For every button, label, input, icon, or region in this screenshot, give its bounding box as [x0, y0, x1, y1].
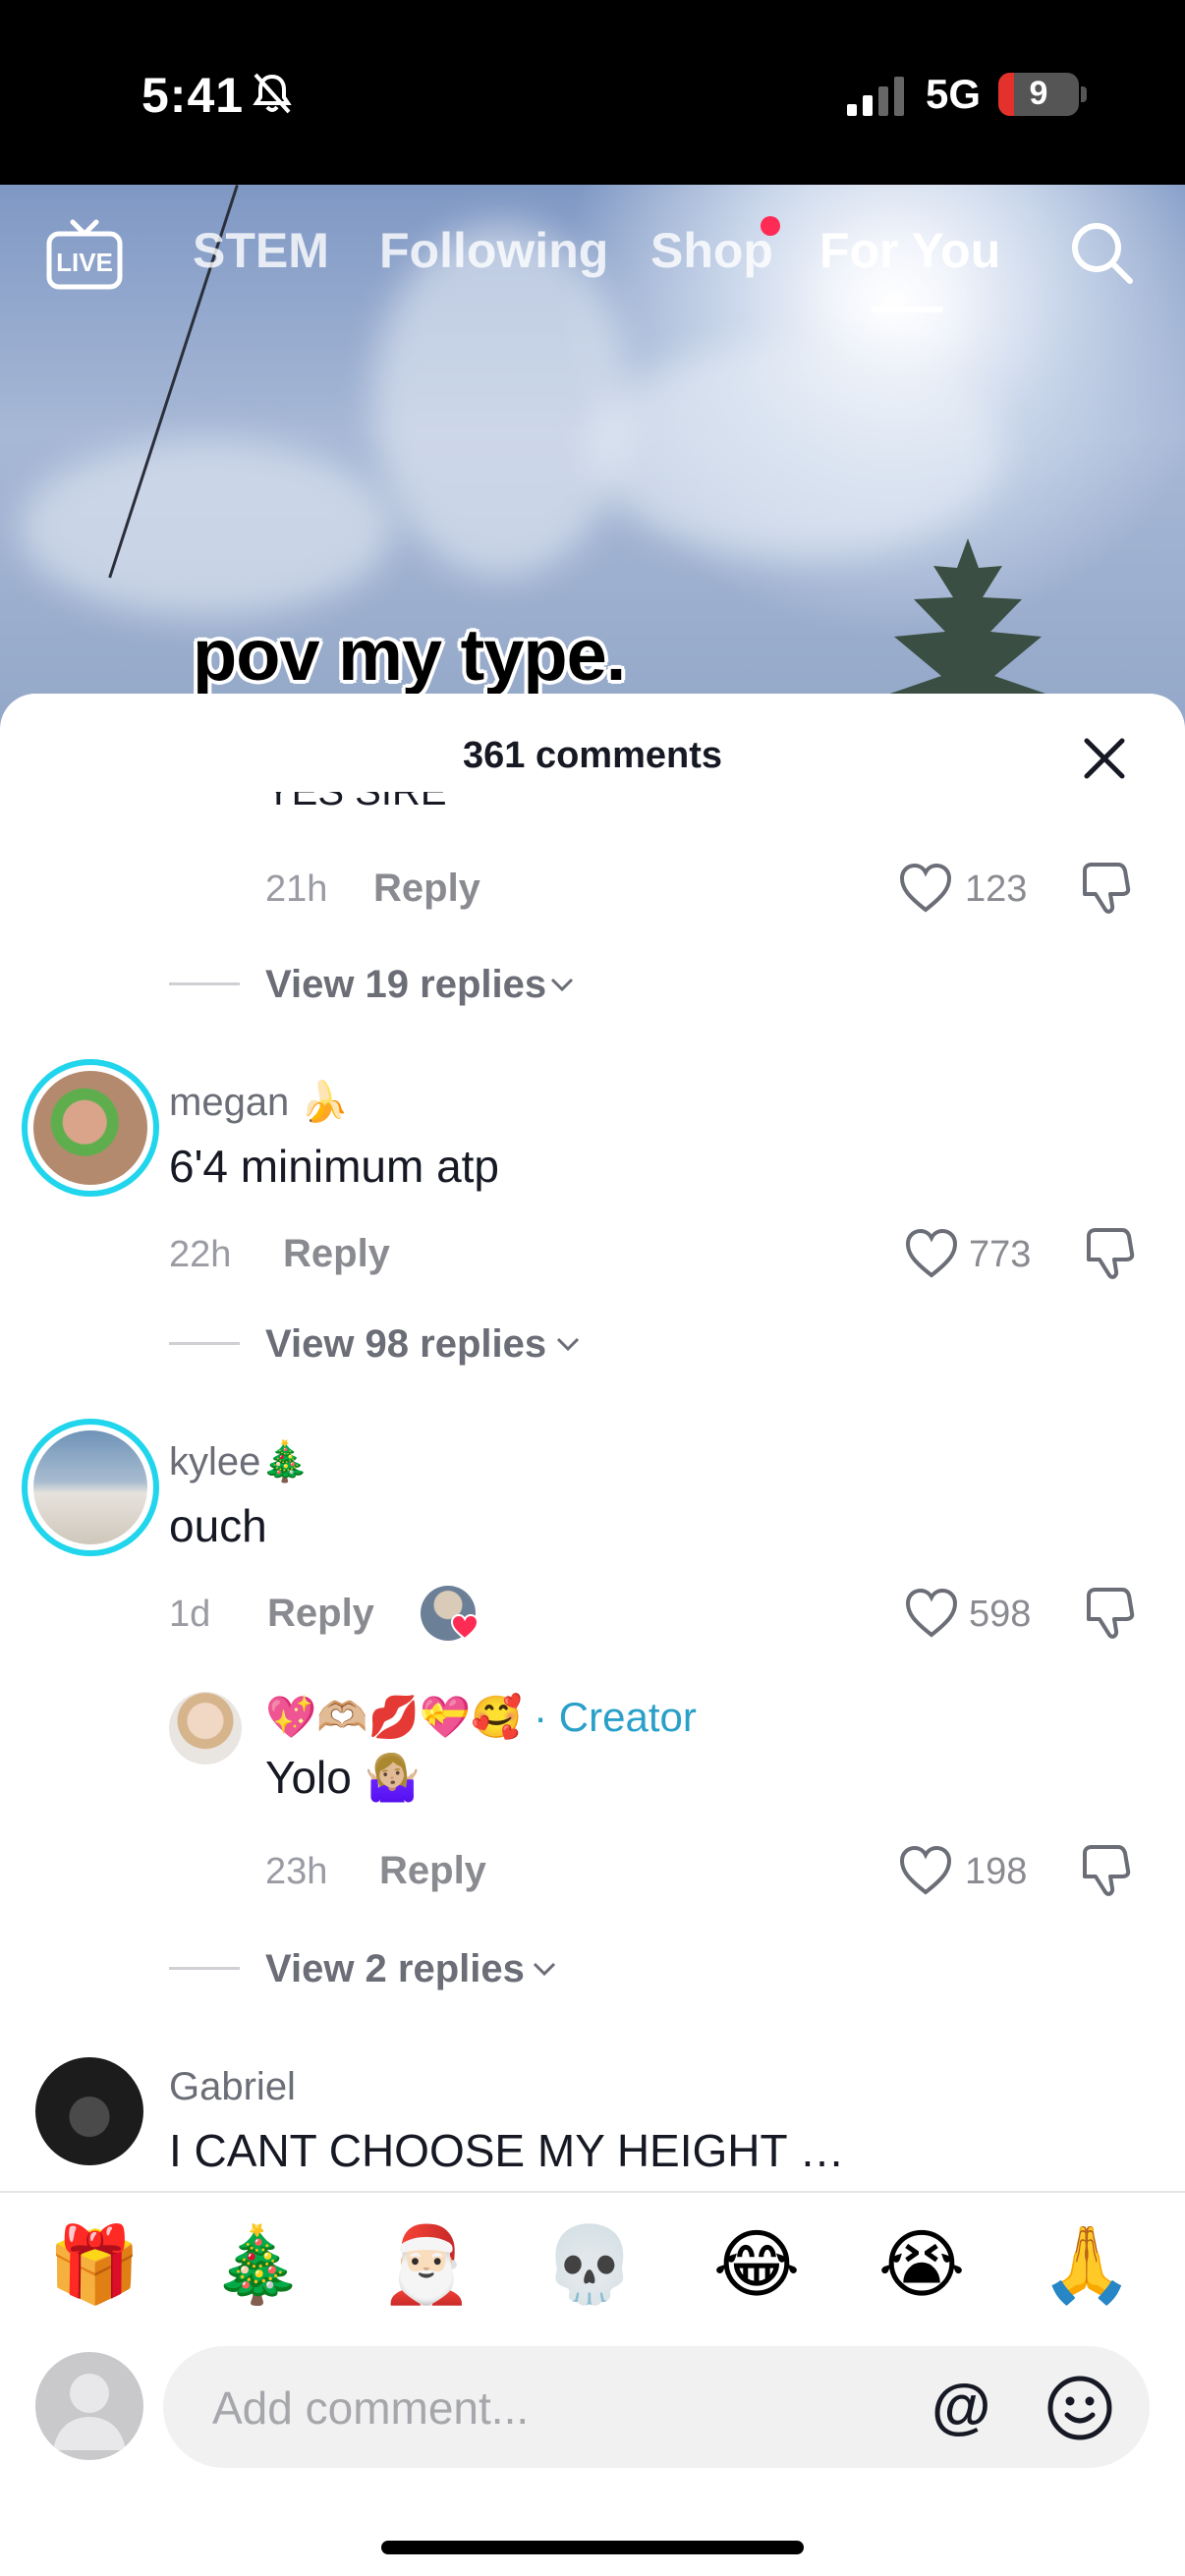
bell-slash-icon [253, 73, 292, 114]
tab-for-you[interactable]: For You [819, 222, 1000, 279]
comments-count-title: 361 comments [462, 735, 722, 776]
comment-text: Yolo 🤷🏼‍♀️ [265, 1752, 421, 1803]
reply-button[interactable]: Reply [373, 867, 480, 911]
smiley-icon[interactable] [1045, 2374, 1114, 2442]
shop-notification-dot [761, 216, 780, 236]
comments-sheet: 361 comments YES SIRE 21h Reply 123 View… [0, 694, 1185, 2576]
heart-outline-icon[interactable] [904, 1588, 959, 1639]
cloud [20, 440, 393, 617]
creator-username: 💖🫶🏼💋💝🥰 [265, 1694, 523, 1740]
comment-time: 1d [169, 1594, 211, 1635]
view-replies-button[interactable]: View 98 replies [265, 1322, 546, 1367]
reply-button[interactable]: Reply [283, 1232, 390, 1276]
cloud [590, 342, 1002, 558]
comment-username[interactable]: Gabriel [169, 2065, 296, 2109]
avatar[interactable] [35, 2057, 143, 2165]
home-indicator[interactable] [381, 2541, 804, 2554]
view-replies-button[interactable]: View 2 replies [265, 1947, 525, 1991]
quick-emoji-bar: 🎁 🎄 🎅🏻 💀 😂 😭 🙏 [0, 2218, 1185, 2317]
battery-tip [1081, 86, 1087, 102]
clipped-comment-text: YES SIRE [265, 792, 447, 813]
comment-input[interactable]: Add comment... @ [163, 2346, 1150, 2468]
default-avatar-icon [53, 2374, 126, 2450]
view-replies-button[interactable]: View 19 replies [265, 963, 546, 1007]
comment-username[interactable]: megan 🍌 [169, 1079, 349, 1125]
like-count: 773 [969, 1234, 1032, 1275]
battery-level: 9 [1029, 75, 1048, 112]
comment-time: 22h [169, 1234, 232, 1275]
search-icon[interactable] [1067, 218, 1136, 287]
active-tab-indicator [871, 307, 943, 312]
comment-time: 23h [265, 1851, 328, 1892]
heart-outline-icon[interactable] [904, 1228, 959, 1279]
replies-divider [169, 1342, 240, 1345]
emoji-gift[interactable]: 🎁 [45, 2218, 143, 2313]
emoji-skull[interactable]: 💀 [540, 2218, 639, 2313]
avatar[interactable] [22, 1419, 159, 1556]
like-count: 123 [965, 868, 1028, 910]
reply-button[interactable]: Reply [379, 1849, 486, 1893]
emoji-pray[interactable]: 🙏 [1038, 2218, 1136, 2313]
network-type: 5G [926, 71, 982, 117]
tab-following[interactable]: Following [379, 222, 608, 279]
reply-button[interactable]: Reply [267, 1592, 374, 1636]
dislike-icon[interactable] [1079, 861, 1134, 916]
creator-tag: · Creator [522, 1694, 697, 1740]
comment-text: ouch [169, 1500, 267, 1551]
emoji-santa[interactable]: 🎅🏻 [377, 2218, 476, 2313]
battery-indicator: 9 [998, 73, 1079, 116]
dislike-icon[interactable] [1083, 1226, 1138, 1281]
comment-text: I CANT CHOOSE MY HEIGHT … [169, 2125, 845, 2176]
status-bar: 5:41 5G 9 [0, 0, 1185, 185]
composer-divider [0, 2191, 1185, 2193]
emoji-sob[interactable]: 😭 [873, 2218, 971, 2313]
heart-outline-icon[interactable] [898, 1845, 953, 1896]
my-avatar [35, 2352, 143, 2460]
avatar[interactable] [22, 1059, 159, 1197]
replies-divider [169, 1967, 240, 1970]
mention-icon[interactable]: @ [931, 2376, 990, 2438]
like-count: 598 [969, 1594, 1032, 1635]
emoji-joy[interactable]: 😂 [707, 2218, 806, 2313]
svg-text:LIVE: LIVE [56, 248, 113, 277]
cellular-signal-icon [847, 77, 904, 116]
comment-time: 21h [265, 868, 328, 910]
emoji-christmas-tree[interactable]: 🎄 [208, 2218, 307, 2313]
live-tv-icon[interactable]: LIVE [45, 216, 124, 291]
dislike-icon[interactable] [1079, 1843, 1134, 1898]
dislike-icon[interactable] [1083, 1586, 1138, 1641]
replies-divider [169, 982, 240, 985]
video-caption: pov my type. [193, 614, 626, 696]
avatar[interactable] [169, 1692, 242, 1764]
tab-stem[interactable]: STEM [193, 222, 329, 279]
comment-text: 6'4 minimum atp [169, 1141, 500, 1192]
close-icon[interactable] [1079, 733, 1130, 784]
heart-filled-icon [450, 1613, 480, 1641]
comment-username[interactable]: 💖🫶🏼💋💝🥰 · Creator [265, 1694, 697, 1742]
like-count: 198 [965, 1851, 1028, 1892]
chevron-down-icon [556, 1337, 580, 1352]
comments-list[interactable]: YES SIRE 21h Reply 123 View 19 replies m… [0, 792, 1185, 1902]
chevron-down-icon [550, 978, 574, 992]
chevron-down-icon [533, 1962, 556, 1977]
heart-outline-icon[interactable] [898, 863, 953, 914]
comment-username[interactable]: kylee🎄 [169, 1438, 310, 1484]
top-nav: LIVE STEM Following Shop For You [0, 185, 1185, 322]
comment-input-placeholder: Add comment... [212, 2382, 530, 2434]
status-time: 5:41 [141, 68, 245, 123]
tab-shop[interactable]: Shop [650, 222, 773, 279]
